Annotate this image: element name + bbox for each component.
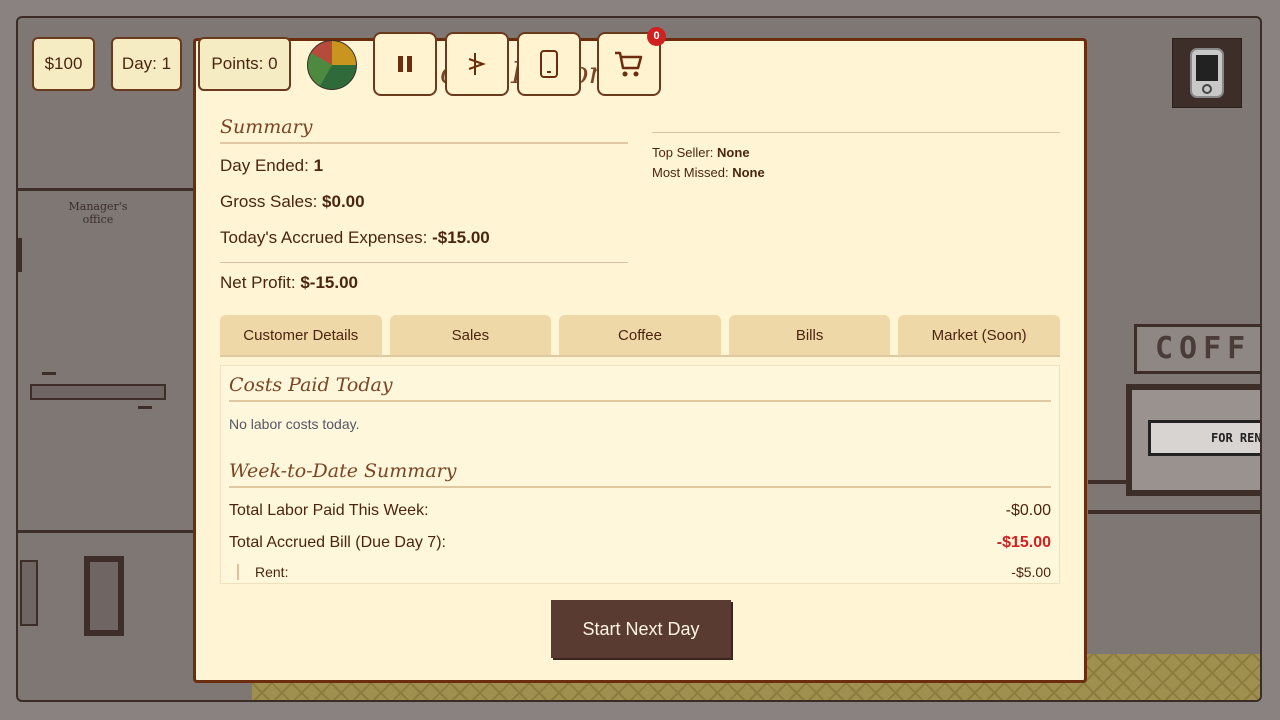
most-missed-row: Most Missed: None	[652, 163, 1060, 183]
gross-sales-value: $0.00	[322, 192, 365, 211]
wall	[18, 188, 198, 191]
skip-button[interactable]	[445, 32, 509, 96]
phone-corner-button[interactable]	[1172, 38, 1242, 108]
shelf-leg	[42, 372, 56, 375]
tab-sales[interactable]: Sales	[389, 315, 552, 355]
summary-divider	[220, 262, 628, 263]
manager-office-label: Manager's office	[58, 200, 138, 226]
labor-paid-label: Total Labor Paid This Week:	[229, 502, 429, 519]
door	[20, 560, 38, 626]
accrued-expenses-stat: Today's Accrued Expenses: -$15.00	[220, 228, 490, 248]
top-seller-label: Top Seller:	[652, 145, 714, 160]
tab-market[interactable]: Market (Soon)	[898, 315, 1060, 355]
wall	[18, 238, 22, 272]
report-tabs: Customer Details Sales Coffee Bills Mark…	[220, 315, 1060, 357]
summary-section: Summary Day Ended: 1 Gross Sales: $0.00 …	[220, 116, 628, 292]
points-display: Points: 0	[198, 37, 291, 91]
top-seller-panel: Top Seller: None Most Missed: None	[652, 132, 1060, 183]
money-display: $100	[32, 37, 95, 91]
coffee-shop-sign: COFF	[1134, 324, 1260, 374]
rent-value: -$5.00	[1011, 564, 1051, 580]
gross-sales-stat: Gross Sales: $0.00	[220, 192, 365, 212]
week-summary-title: Week-to-Date Summary	[229, 460, 1051, 488]
day-display: Day: 1	[111, 37, 182, 91]
shopping-cart-icon	[615, 51, 643, 77]
pause-button[interactable]	[373, 32, 437, 96]
bills-content-panel[interactable]: Costs Paid Today No labor costs today. W…	[220, 365, 1060, 584]
manager-office-label-line2: office	[82, 213, 114, 226]
labor-paid-row: Total Labor Paid This Week: -$0.00	[229, 502, 1051, 520]
gross-sales-label: Gross Sales:	[220, 192, 318, 211]
door	[84, 556, 124, 636]
day-ended-value: 1	[313, 156, 324, 175]
rent-row: Rent: -$5.00	[237, 564, 1051, 580]
phone-button[interactable]	[517, 32, 581, 96]
day-ended-label: Day Ended:	[220, 156, 309, 175]
most-missed-label: Most Missed:	[652, 165, 729, 180]
for-rent-sign: FOR RENT	[1148, 420, 1260, 456]
top-seller-row: Top Seller: None	[652, 143, 1060, 163]
skip-forward-icon	[468, 53, 486, 75]
tab-coffee[interactable]: Coffee	[559, 315, 721, 355]
labor-paid-value: -$0.00	[1005, 502, 1051, 519]
accrued-bill-value: -$15.00	[996, 534, 1051, 551]
accrued-bill-label: Total Accrued Bill (Due Day 7):	[229, 534, 446, 551]
spin-wheel-icon[interactable]	[307, 40, 357, 90]
accrued-expenses-value: -$15.00	[432, 228, 490, 247]
most-missed-value: None	[732, 165, 765, 180]
pause-icon	[398, 56, 412, 72]
summary-title: Summary	[220, 116, 628, 144]
costs-paid-title: Costs Paid Today	[229, 374, 1051, 402]
rent-label: Rent:	[255, 564, 289, 580]
phone-icon	[540, 50, 558, 78]
tab-bills[interactable]: Bills	[728, 315, 891, 355]
manager-office-label-line1: Manager's	[68, 200, 128, 213]
accrued-expenses-label: Today's Accrued Expenses:	[220, 228, 428, 247]
shelf	[30, 384, 166, 400]
no-labor-text: No labor costs today.	[229, 416, 360, 432]
storefront: FOR RENT	[1126, 384, 1260, 496]
shelf-leg	[138, 406, 152, 409]
wall	[1088, 510, 1260, 514]
top-seller-value: None	[717, 145, 750, 160]
phone-icon	[1190, 48, 1224, 98]
start-next-day-button[interactable]: Start Next Day	[551, 600, 731, 658]
wall	[18, 530, 198, 533]
tab-customer-details[interactable]: Customer Details	[220, 315, 382, 355]
accrued-bill-row: Total Accrued Bill (Due Day 7): -$15.00	[229, 534, 1051, 552]
net-profit-value: $-15.00	[300, 273, 358, 292]
day-ended-stat: Day Ended: 1	[220, 156, 323, 176]
net-profit-stat: Net Profit: $-15.00	[220, 273, 358, 293]
cart-count-badge: 0	[647, 27, 666, 46]
net-profit-label: Net Profit:	[220, 273, 296, 292]
